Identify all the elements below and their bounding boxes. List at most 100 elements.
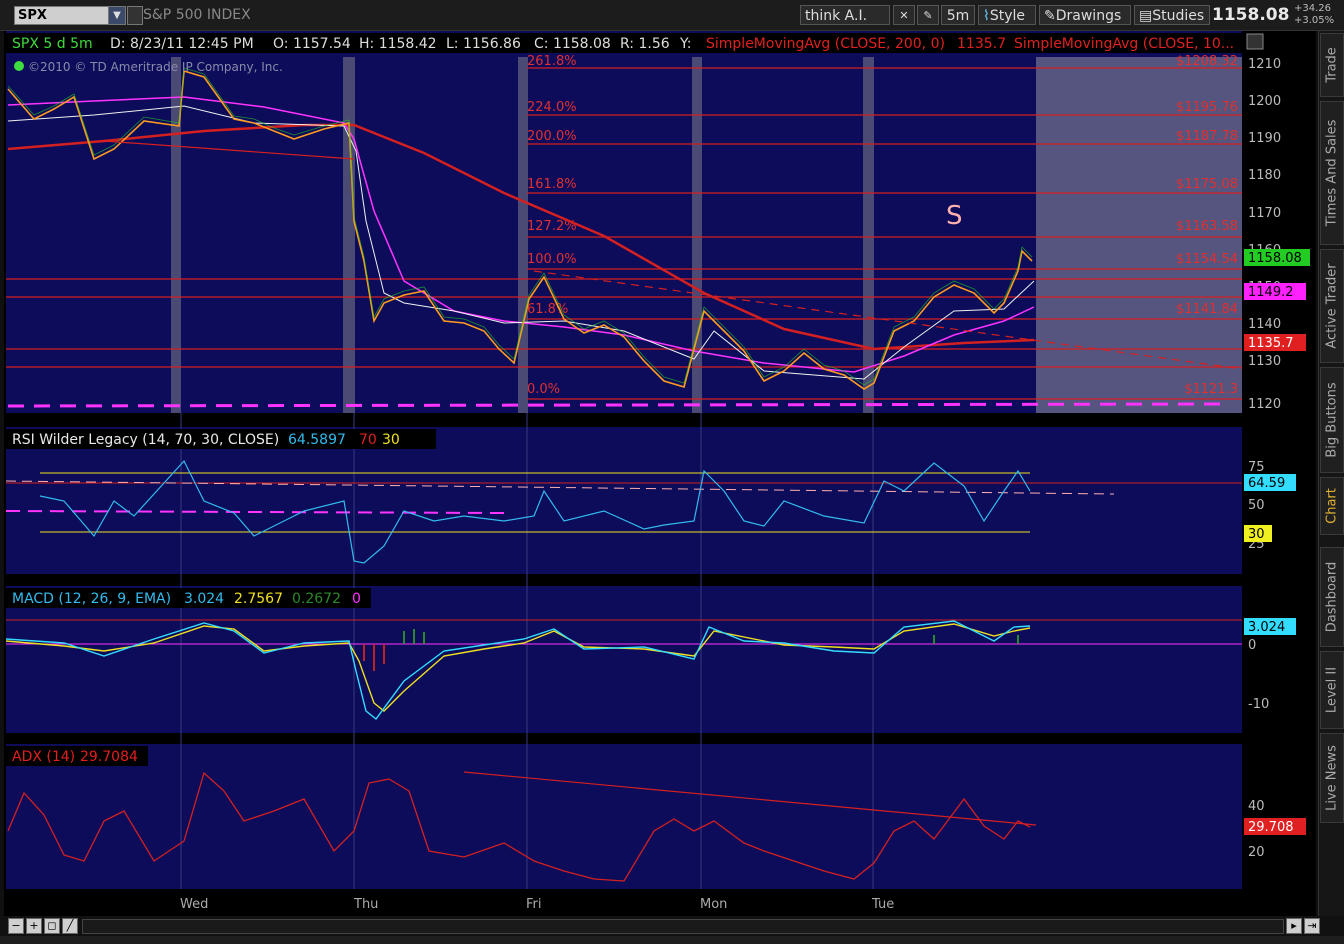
fib-price: $1187.78: [1176, 129, 1238, 144]
legend-sma200-value: 1135.7: [957, 36, 1006, 52]
legend-close: C: 1158.08: [534, 36, 611, 52]
adx-tick: 20: [1248, 845, 1265, 860]
symbol-description: S&P 500 INDEX: [143, 7, 251, 23]
day-labels: Wed Thu Fri Mon Tue: [180, 897, 894, 912]
badge-sma200-text: 1135.7: [1248, 336, 1294, 351]
day-label: Fri: [526, 897, 542, 912]
last-price: 1158.08: [1212, 5, 1290, 25]
tab-level-ii-label: Level II: [1324, 666, 1340, 714]
tab-big-buttons-label: Big Buttons: [1324, 382, 1340, 458]
price-tick: 1190: [1248, 131, 1281, 146]
price-tick: 1180: [1248, 168, 1281, 183]
adx-label: ADX (14): [12, 749, 75, 765]
crosshair-icon[interactable]: ✕: [893, 5, 915, 25]
day-label: Thu: [353, 897, 378, 912]
timeframe-button[interactable]: 5m: [941, 5, 975, 25]
price-tick: 1120: [1248, 397, 1281, 412]
fib-price: $1208.32: [1176, 54, 1238, 69]
tab-times-and-sales-label: Times And Sales: [1324, 119, 1340, 227]
top-toolbar: SPX ▼ S&P 500 INDEX think A.I. ✕ ✎ 5m ⌇S…: [0, 0, 1344, 31]
legend-sma200: SimpleMovingAvg (CLOSE, 200, 0): [706, 36, 945, 52]
change-points: +34.26: [1294, 3, 1332, 14]
tab-dashboard-label: Dashboard: [1324, 561, 1340, 633]
legend-y: Y:: [679, 36, 691, 52]
tab-big-buttons[interactable]: Big Buttons: [1320, 367, 1344, 473]
timeframe-label: 5m: [946, 8, 970, 24]
price-tick: 1130: [1248, 354, 1281, 369]
studies-button[interactable]: ▤Studies: [1134, 5, 1210, 25]
rsi-label: RSI Wilder Legacy (14, 70, 30, CLOSE): [12, 432, 279, 448]
day-label: Tue: [871, 897, 894, 912]
fib-pct: 200.0%: [527, 129, 577, 144]
macd-panel: [6, 586, 1242, 733]
tab-dashboard[interactable]: Dashboard: [1320, 547, 1344, 647]
tab-live-news[interactable]: Live News: [1320, 733, 1344, 823]
scroll-end-icon[interactable]: ⇥: [1304, 918, 1320, 934]
globe-icon: [14, 61, 24, 71]
tab-level-ii[interactable]: Level II: [1320, 651, 1344, 729]
rsi-badge-text: 64.59: [1248, 476, 1285, 491]
legend-date: D: 8/23/11 12:45 PM: [110, 36, 254, 52]
fib-pct: 100.0%: [527, 252, 577, 267]
price-tick: 1170: [1248, 206, 1281, 221]
fit-icon[interactable]: ◻: [44, 918, 60, 934]
style-button[interactable]: ⌇Style: [978, 5, 1036, 25]
think-ai-label: think A.I.: [805, 8, 868, 24]
macd-badge-text: 3.024: [1248, 620, 1285, 635]
fib-pct: 0.0%: [527, 382, 560, 397]
tab-trade[interactable]: Trade: [1320, 33, 1344, 97]
fib-price: $1154.54: [1176, 252, 1238, 267]
pencil-icon[interactable]: ✎: [917, 5, 939, 25]
scroll-right-icon[interactable]: ▸: [1286, 918, 1302, 934]
macd-tick: -10: [1248, 697, 1269, 712]
rsi-os: 30: [382, 432, 400, 448]
think-ai-button[interactable]: think A.I.: [800, 5, 890, 25]
rsi-panel: [6, 427, 1242, 574]
fib-price: $1121.3: [1184, 382, 1238, 397]
studies-icon: ▤: [1139, 8, 1153, 24]
fib-pct: 161.8%: [527, 177, 577, 192]
macd-tick: 0: [1248, 638, 1256, 653]
drawings-label: Drawings: [1055, 8, 1122, 24]
chart-style-icon: ⌇: [983, 8, 990, 24]
chart-area[interactable]: 1210 1200 1190 1180 1170 1160 1150 1140 …: [4, 31, 1316, 916]
chart-canvas: 1210 1200 1190 1180 1170 1160 1150 1140 …: [5, 31, 1316, 912]
legend-open: O: 1157.54: [273, 36, 351, 52]
side-tabs: Trade Times And Sales Active Trader Big …: [1318, 31, 1344, 916]
tab-chart[interactable]: Chart: [1320, 477, 1344, 535]
legend-low: L: 1156.86: [446, 36, 521, 52]
symbol-edit-icon[interactable]: [127, 6, 143, 25]
zoom-out-icon[interactable]: −: [8, 918, 24, 934]
annotation-s: S: [946, 201, 963, 231]
rsi-tick: 50: [1248, 498, 1265, 513]
macd-v1: 3.024: [184, 591, 224, 607]
zoom-in-icon[interactable]: +: [26, 918, 42, 934]
tab-times-and-sales[interactable]: Times And Sales: [1320, 101, 1344, 245]
tab-active-trader-label: Active Trader: [1324, 263, 1340, 349]
drawing-tool-icon[interactable]: ╱: [62, 918, 78, 934]
price-tick: 1210: [1248, 57, 1281, 72]
time-scrollbar[interactable]: [82, 919, 1284, 934]
chart-settings-icon[interactable]: [1246, 33, 1264, 50]
fib-price: $1195.76: [1176, 100, 1238, 115]
tab-live-news-label: Live News: [1324, 745, 1340, 811]
tab-active-trader[interactable]: Active Trader: [1320, 249, 1344, 363]
tab-chart-label: Chart: [1324, 488, 1340, 524]
legend-sma-other: SimpleMovingAvg (CLOSE, 10...: [1014, 36, 1234, 52]
rsi-tick: 75: [1248, 460, 1265, 475]
adx-value: 29.7084: [80, 749, 138, 765]
fib-pct: 224.0%: [527, 100, 577, 115]
drawings-icon: ✎: [1044, 8, 1056, 24]
badge-last-text: 1158.08: [1248, 251, 1302, 266]
adx-tick: 40: [1248, 799, 1265, 814]
drawings-button[interactable]: ✎Drawings: [1039, 5, 1131, 25]
price-tick: 1140: [1248, 317, 1281, 332]
fib-price: $1163.58: [1176, 219, 1238, 234]
change-percent: +3.05%: [1294, 15, 1335, 26]
symbol-dropdown-icon[interactable]: ▼: [108, 6, 126, 25]
adx-axis: [1242, 744, 1316, 889]
symbol-input[interactable]: SPX: [14, 6, 111, 25]
macd-v2: 2.7567: [234, 591, 283, 607]
price-tick: 1200: [1248, 94, 1281, 109]
rsi-ob: 70: [359, 432, 377, 448]
